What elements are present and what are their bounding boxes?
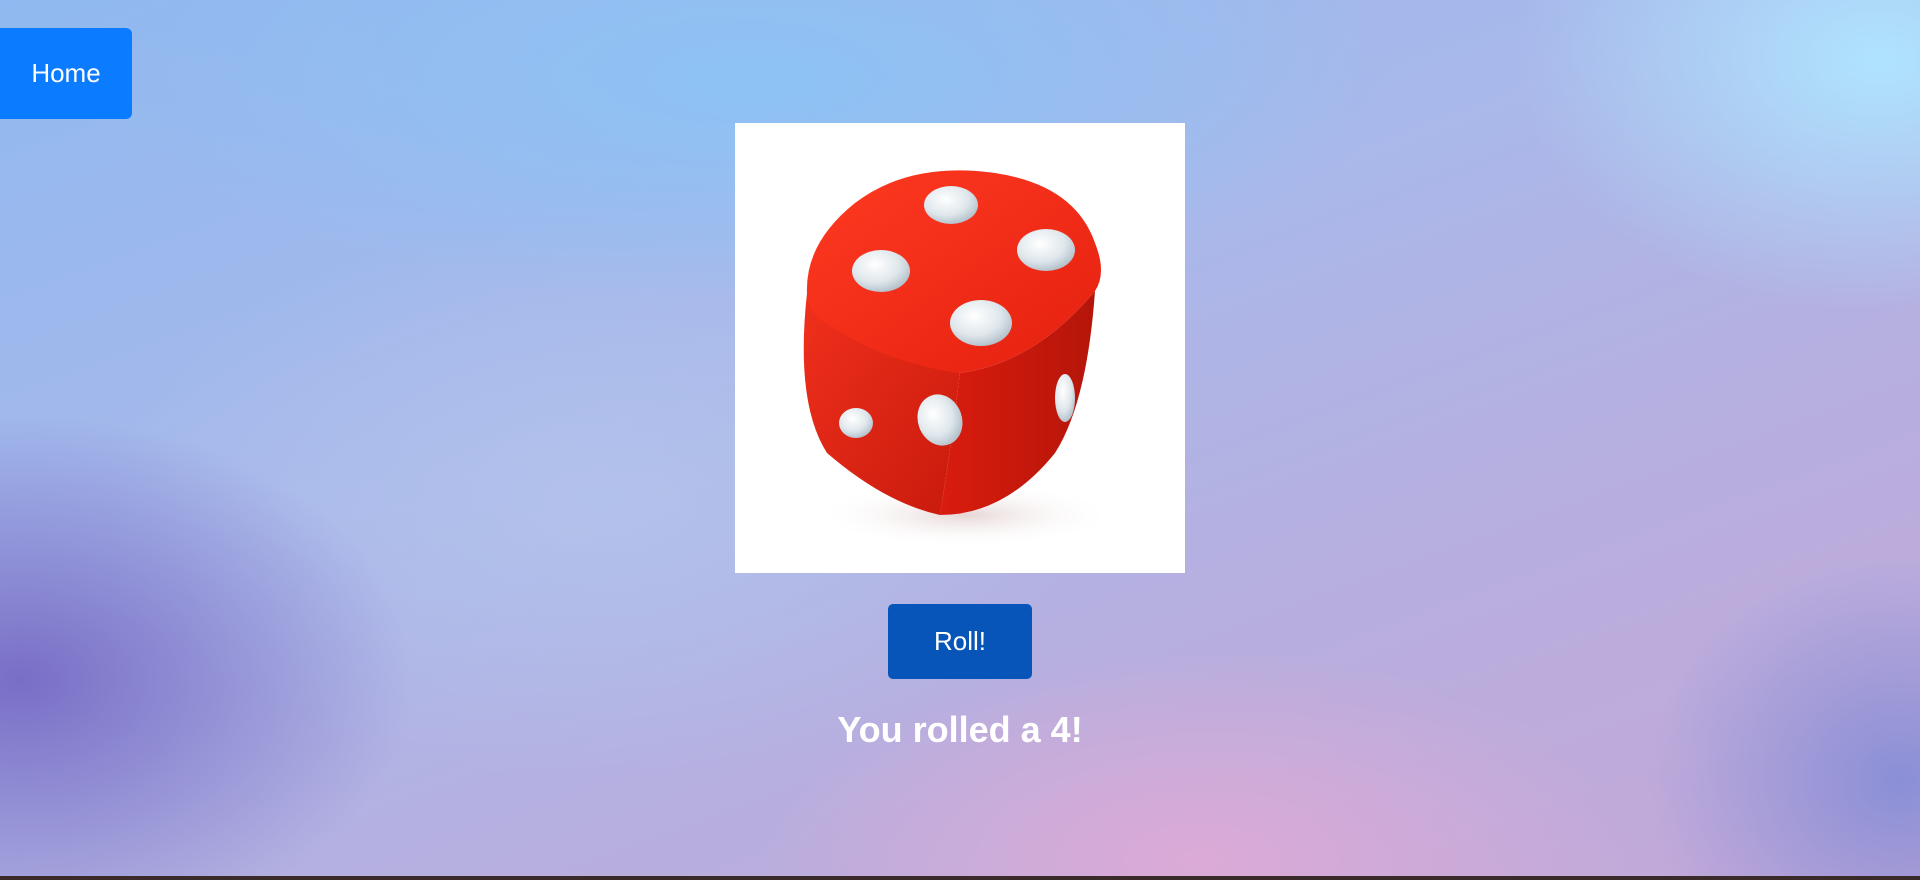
home-button[interactable]: Home [0, 28, 132, 119]
die-image [735, 123, 1185, 573]
main-content: Roll! You rolled a 4! [0, 123, 1920, 751]
bottom-edge [0, 876, 1920, 880]
roll-result: You rolled a 4! [837, 709, 1083, 750]
roll-button[interactable]: Roll! [888, 604, 1032, 679]
